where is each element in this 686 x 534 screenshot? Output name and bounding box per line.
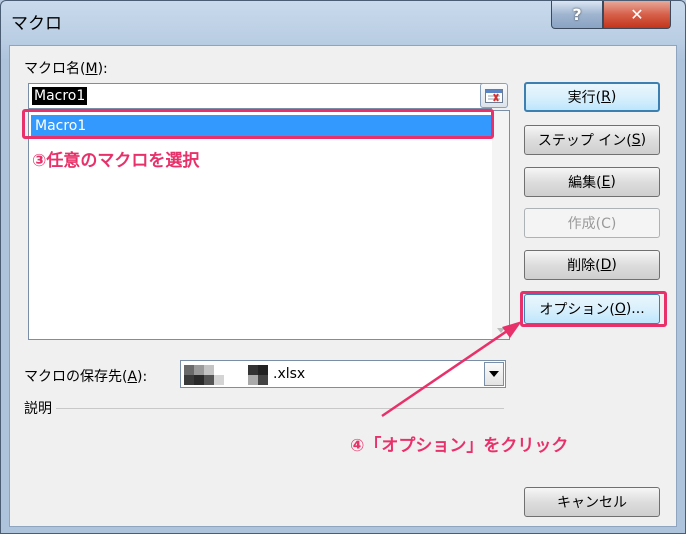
list-scrollbar[interactable] — [492, 111, 509, 339]
help-icon: ? — [572, 5, 582, 24]
macro-name-label: マクロ名(M): — [24, 61, 108, 77]
dialog-body: マクロ名(M): Macro1 Macro1 ③任意のマクロを選択 実行(R) … — [9, 45, 677, 527]
description-divider — [56, 408, 504, 409]
annotation-highlight-options — [520, 291, 667, 327]
scroll-down-icon[interactable] — [497, 328, 505, 333]
collapse-dialog-button[interactable] — [480, 83, 508, 108]
edit-button[interactable]: 編集(E) — [524, 167, 660, 197]
delete-button[interactable]: 削除(D) — [524, 250, 660, 280]
macro-location-select[interactable]: .xlsx — [180, 360, 506, 388]
dropdown-button[interactable] — [484, 362, 504, 386]
macro-name-input-value: Macro1 — [32, 87, 88, 105]
annotation-step4: ④「オプション」をクリック — [350, 436, 569, 456]
chevron-down-icon — [489, 371, 499, 377]
redacted-filename-mosaic — [184, 365, 268, 385]
cancel-button[interactable]: キャンセル — [524, 487, 660, 517]
macro-list[interactable]: Macro1 — [28, 110, 510, 340]
macro-name-input[interactable]: Macro1 — [28, 83, 492, 109]
step-in-button[interactable]: ステップ イン(S) — [524, 125, 660, 155]
annotation-highlight-list — [22, 109, 494, 139]
help-button[interactable]: ? — [551, 1, 603, 29]
description-label: 説明 — [24, 401, 52, 417]
macro-location-value: .xlsx — [273, 366, 306, 382]
close-icon: ✕ — [630, 5, 644, 24]
create-button[interactable]: 作成(C) — [524, 208, 660, 238]
run-button[interactable]: 実行(R) — [524, 82, 660, 112]
dialog-title: マクロ — [11, 14, 62, 34]
annotation-step3: ③任意のマクロを選択 — [32, 151, 200, 171]
macro-location-label: マクロの保存先(A): — [24, 369, 148, 385]
close-button[interactable]: ✕ — [603, 1, 671, 29]
title-bar: マクロ ? ✕ — [1, 1, 685, 45]
collapse-dialog-icon — [485, 88, 503, 103]
macro-dialog: マクロ ? ✕ マクロ名(M): Macro1 Macro1 ③任意のマクロを選… — [0, 0, 686, 534]
